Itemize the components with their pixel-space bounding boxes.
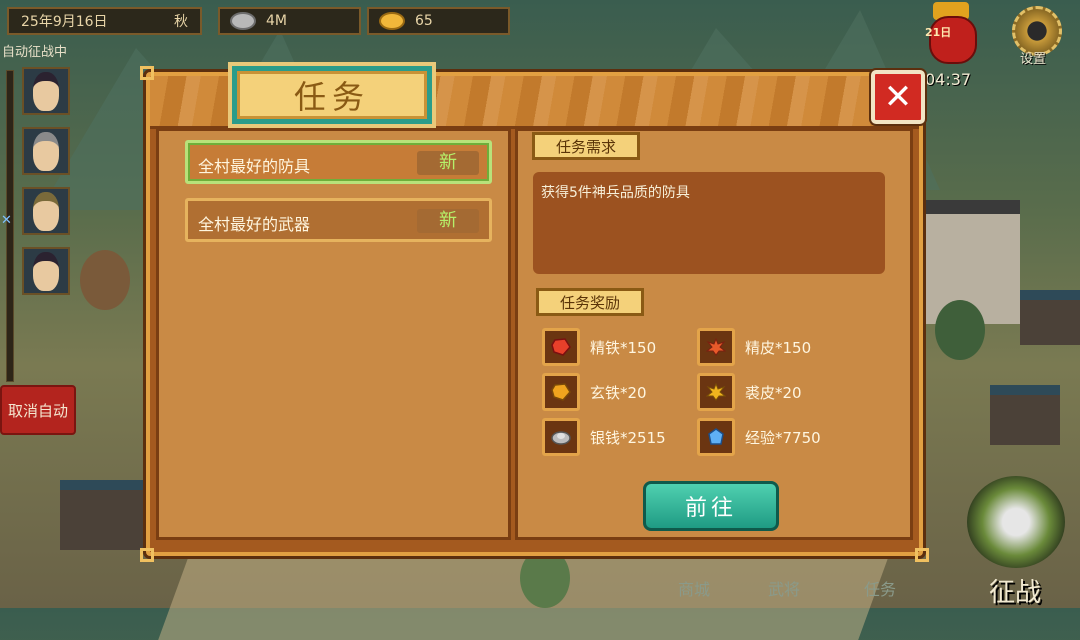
gold-currency[interactable]: 65 [367, 7, 510, 35]
silver-currency[interactable]: 4M [218, 7, 361, 35]
reward-item: 玄铁*20 [542, 373, 647, 411]
hero-portrait [33, 251, 59, 291]
task-item[interactable]: 全村最好的防具 新 [185, 140, 492, 184]
house-decoration [1020, 290, 1080, 345]
silver-ingot-icon [230, 12, 256, 30]
reward-label: 精铁*150 [590, 338, 657, 357]
reward-item: 裘皮*20 [697, 373, 802, 411]
corner-ornament [915, 548, 929, 562]
event-badge: 21日 [925, 26, 952, 39]
nav-tasks[interactable]: 任务 [864, 576, 896, 600]
silver-amount: 4M [266, 13, 287, 29]
gold-ingot-icon [379, 12, 405, 30]
reward-header: 任务奖励 [536, 288, 644, 316]
red-ore-icon [542, 328, 580, 366]
gold-hide-icon [697, 373, 735, 411]
reward-label: 玄铁*20 [590, 383, 647, 402]
house-decoration [990, 385, 1060, 445]
date-text: 25年9月16日 [21, 14, 108, 30]
hero-slot[interactable] [22, 247, 70, 295]
tree-decoration [520, 548, 570, 608]
red-envelope-event-icon[interactable]: 21日 [925, 0, 977, 66]
reward-item: 经验*7750 [697, 418, 821, 456]
battle-label: 征战 [989, 578, 1042, 608]
tree-decoration [80, 250, 130, 310]
hero-portrait [33, 71, 59, 111]
battle-button[interactable]: 征战 [955, 470, 1080, 608]
crossed-swords-icon [967, 476, 1065, 568]
new-tag: 新 [417, 151, 479, 175]
hero-portrait [33, 191, 59, 231]
requirement-text: 获得5件神兵品质的防具 [541, 185, 690, 201]
task-list-panel: 全村最好的防具 新 全村最好的武器 新 [156, 128, 511, 540]
hero-portrait [33, 131, 59, 171]
dialog-title: 任务 [237, 71, 427, 119]
hero-slot[interactable] [22, 67, 70, 115]
reward-item: 银钱*2515 [542, 418, 666, 456]
nav-generals[interactable]: 武将 [768, 576, 800, 600]
date-display: 25年9月16日 秋 [7, 7, 202, 35]
reward-label: 裘皮*20 [745, 383, 802, 402]
task-name: 全村最好的武器 [198, 215, 311, 234]
corner-ornament [140, 548, 154, 562]
dialog-title-plate: 任务 [228, 62, 436, 128]
task-dialog: 任务 ✕ 全村最好的防具 新 全村最好的武器 新 任务需求 获得5件神兵品质的防… [140, 62, 929, 562]
gold-ore-icon [542, 373, 580, 411]
event-timer: 04:37 [925, 70, 972, 89]
season-text: 秋 [174, 14, 188, 30]
reward-item: 精皮*150 [697, 328, 811, 366]
gold-amount: 65 [415, 13, 433, 29]
settings-label: 设置 [1020, 52, 1047, 67]
reward-label: 精皮*150 [745, 338, 812, 357]
tree-decoration [935, 300, 985, 360]
requirement-box: 获得5件神兵品质的防具 [533, 172, 885, 274]
red-hide-icon [697, 328, 735, 366]
reward-label: 经验*7750 [745, 428, 821, 447]
silver-coin-icon [542, 418, 580, 456]
settings-button[interactable]: 设置 [1006, 2, 1072, 68]
task-name: 全村最好的防具 [198, 157, 311, 176]
hero-slot[interactable] [22, 127, 70, 175]
close-button[interactable]: ✕ [871, 70, 925, 124]
task-item[interactable]: 全村最好的武器 新 [185, 198, 492, 242]
corner-ornament [140, 66, 154, 80]
auto-battle-status: 自动征战中 [2, 45, 68, 60]
hero-slot[interactable] [22, 187, 70, 235]
nav-shop[interactable]: 商城 [678, 576, 710, 600]
progress-marker-icon: ✕ [1, 213, 12, 228]
cancel-auto-button[interactable]: 取消自动 [0, 385, 76, 435]
requirement-header: 任务需求 [532, 132, 640, 160]
new-tag: 新 [417, 209, 479, 233]
house-decoration [60, 480, 150, 550]
go-button[interactable]: 前往 [643, 481, 779, 531]
reward-label: 银钱*2515 [590, 428, 666, 447]
reward-item: 精铁*150 [542, 328, 656, 366]
exp-crystal-icon [697, 418, 735, 456]
